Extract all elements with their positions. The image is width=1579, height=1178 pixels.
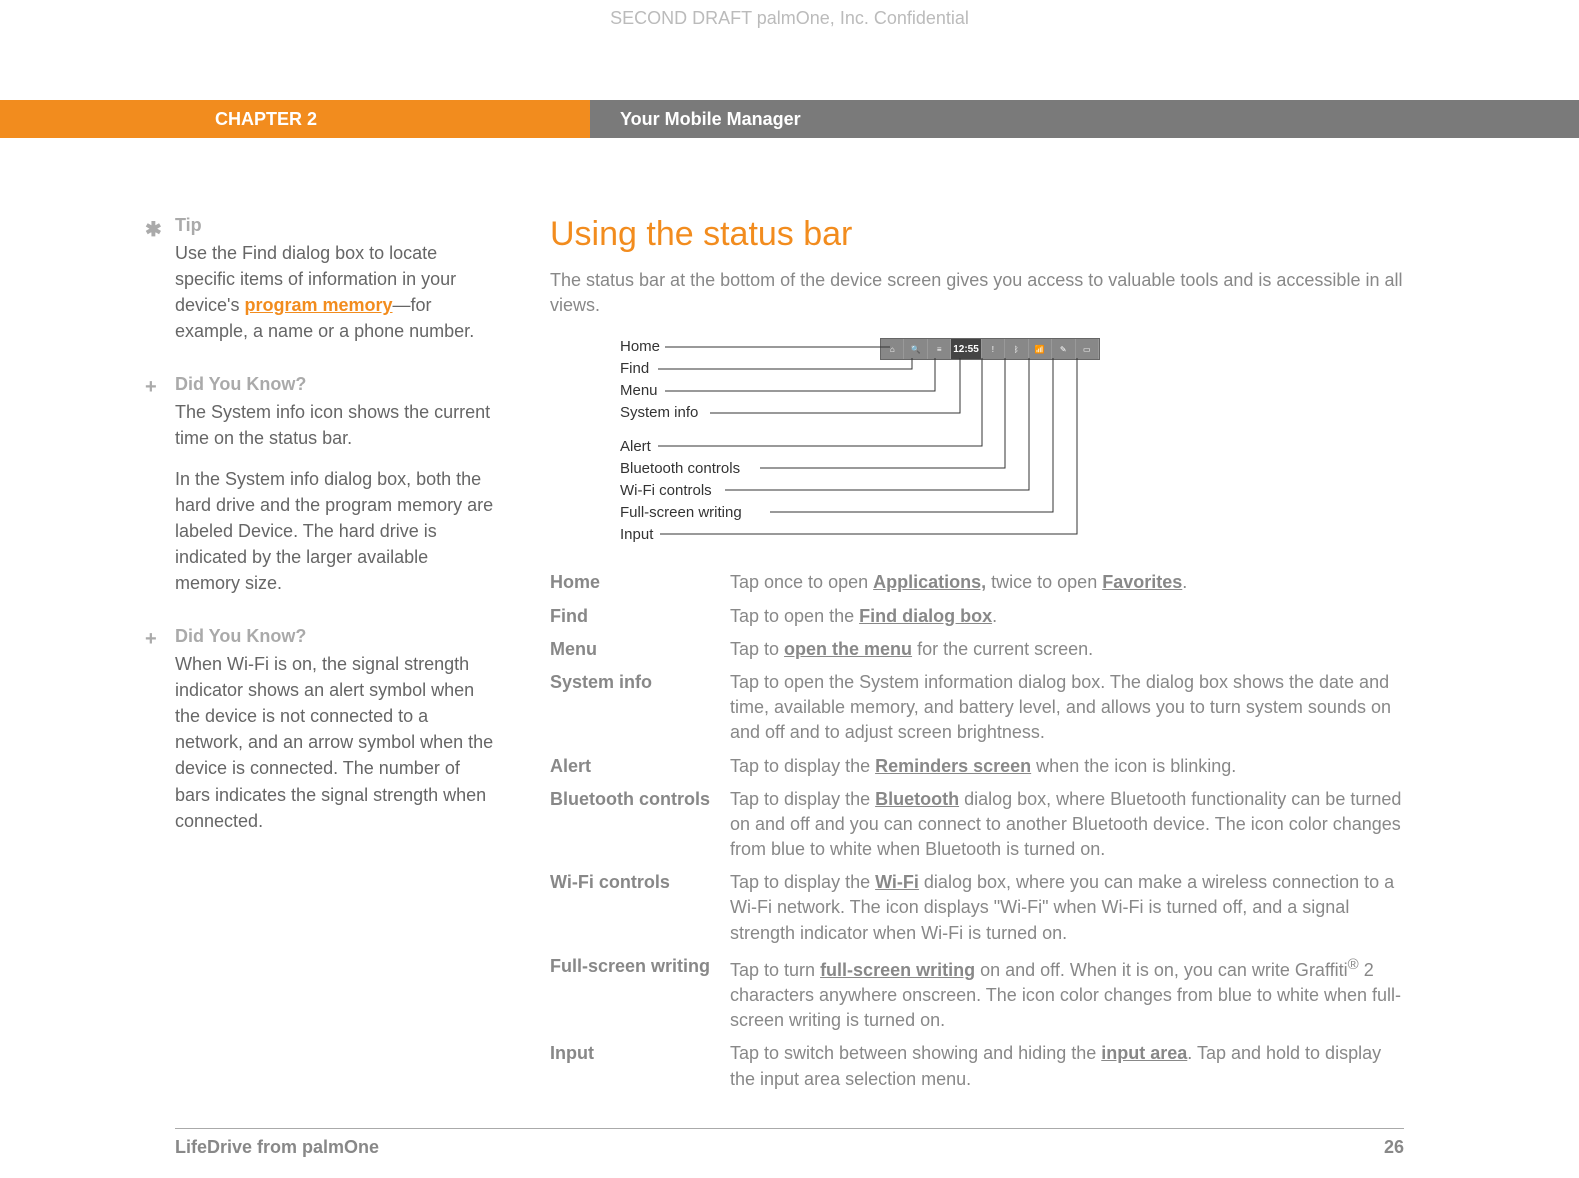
- desc-alert: Tap to display the Reminders screen when…: [730, 750, 1404, 783]
- tip-block: ✱ Tip Use the Find dialog box to locate …: [175, 215, 495, 344]
- desc-fsw-t1: Tap to turn: [730, 960, 820, 980]
- desc-menu-t1: Tap to: [730, 639, 784, 659]
- main-content: Using the status bar The status bar at t…: [550, 215, 1404, 1096]
- applications-link[interactable]: Applications,: [873, 572, 986, 592]
- term-alert: Alert: [550, 750, 730, 783]
- desc-alert-t2: when the icon is blinking.: [1031, 756, 1236, 776]
- term-input: Input: [550, 1037, 730, 1095]
- chapter-label: CHAPTER 2: [0, 100, 590, 138]
- footer-product: LifeDrive from palmOne: [175, 1137, 379, 1158]
- plus-icon: +: [145, 628, 157, 651]
- row-wifi: Wi-Fi controls Tap to display the Wi-Fi …: [550, 866, 1404, 950]
- input-area-link[interactable]: input area: [1101, 1043, 1187, 1063]
- term-home: Home: [550, 566, 730, 599]
- section-title: Using the status bar: [550, 215, 1404, 254]
- term-wifi: Wi-Fi controls: [550, 866, 730, 950]
- desc-wifi: Tap to display the Wi-Fi dialog box, whe…: [730, 866, 1404, 950]
- definitions-table: Home Tap once to open Applications, twic…: [550, 566, 1404, 1095]
- term-find: Find: [550, 600, 730, 633]
- open-menu-link[interactable]: open the menu: [784, 639, 912, 659]
- status-bar-figure: ⌂ 🔍 ≡ 12:55 ! ᛒ 📶 ✎ ▭ Home Find Menu Sys…: [550, 338, 1404, 548]
- desc-bt-t1: Tap to display the: [730, 789, 875, 809]
- content-area: ✱ Tip Use the Find dialog box to locate …: [175, 215, 1404, 1096]
- row-home: Home Tap once to open Applications, twic…: [550, 566, 1404, 599]
- dyk1-heading: Did You Know?: [175, 374, 495, 395]
- desc-home: Tap once to open Applications, twice to …: [730, 566, 1404, 599]
- sidebar: ✱ Tip Use the Find dialog box to locate …: [175, 215, 495, 1096]
- header-band: CHAPTER 2 Your Mobile Manager: [0, 100, 1579, 138]
- program-memory-link[interactable]: program memory: [244, 295, 392, 315]
- tip-text: Use the Find dialog box to locate specif…: [175, 240, 495, 344]
- wifi-link[interactable]: Wi-Fi: [875, 872, 919, 892]
- term-menu: Menu: [550, 633, 730, 666]
- desc-home-t3: .: [1182, 572, 1187, 592]
- row-sysinfo: System info Tap to open the System infor…: [550, 666, 1404, 750]
- desc-menu: Tap to open the menu for the current scr…: [730, 633, 1404, 666]
- favorites-link[interactable]: Favorites: [1102, 572, 1182, 592]
- tip-heading: Tip: [175, 215, 495, 236]
- footer: LifeDrive from palmOne 26: [175, 1128, 1404, 1158]
- dyk1-block: + Did You Know? The System info icon sho…: [175, 374, 495, 596]
- term-sysinfo: System info: [550, 666, 730, 750]
- bluetooth-link[interactable]: Bluetooth: [875, 789, 959, 809]
- row-alert: Alert Tap to display the Reminders scree…: [550, 750, 1404, 783]
- desc-input-t1: Tap to switch between showing and hiding…: [730, 1043, 1101, 1063]
- term-bluetooth: Bluetooth controls: [550, 783, 730, 867]
- row-find: Find Tap to open the Find dialog box.: [550, 600, 1404, 633]
- desc-find-t1: Tap to open the: [730, 606, 859, 626]
- dyk2-p1: When Wi-Fi is on, the signal strength in…: [175, 651, 495, 834]
- desc-bluetooth: Tap to display the Bluetooth dialog box,…: [730, 783, 1404, 867]
- desc-menu-t2: for the current screen.: [912, 639, 1093, 659]
- dyk1-p2: In the System info dialog box, both the …: [175, 466, 495, 596]
- desc-fsw: Tap to turn full-screen writing on and o…: [730, 950, 1404, 1038]
- desc-home-t2: twice to open: [986, 572, 1102, 592]
- row-bluetooth: Bluetooth controls Tap to display the Bl…: [550, 783, 1404, 867]
- dyk2-heading: Did You Know?: [175, 626, 495, 647]
- fsw-link[interactable]: full-screen writing: [820, 960, 975, 980]
- dyk2-block: + Did You Know? When Wi-Fi is on, the si…: [175, 626, 495, 834]
- desc-find-t2: .: [992, 606, 997, 626]
- desc-alert-t1: Tap to display the: [730, 756, 875, 776]
- asterisk-icon: ✱: [145, 217, 162, 242]
- term-fsw: Full-screen writing: [550, 950, 730, 1038]
- row-menu: Menu Tap to open the menu for the curren…: [550, 633, 1404, 666]
- page-number: 26: [1384, 1137, 1404, 1158]
- registered-mark: ®: [1348, 956, 1359, 973]
- find-dialog-link[interactable]: Find dialog box: [859, 606, 992, 626]
- page-section-title: Your Mobile Manager: [590, 100, 1579, 138]
- desc-sysinfo: Tap to open the System information dialo…: [730, 666, 1404, 750]
- dyk1-p1: The System info icon shows the current t…: [175, 399, 495, 451]
- desc-home-t1: Tap once to open: [730, 572, 873, 592]
- reminders-link[interactable]: Reminders screen: [875, 756, 1031, 776]
- desc-fsw-t2: on and off. When it is on, you can write…: [975, 960, 1348, 980]
- row-input: Input Tap to switch between showing and …: [550, 1037, 1404, 1095]
- plus-icon: +: [145, 376, 157, 399]
- desc-find: Tap to open the Find dialog box.: [730, 600, 1404, 633]
- intro-text: The status bar at the bottom of the devi…: [550, 268, 1404, 318]
- callout-lines: [550, 338, 1110, 548]
- watermark: SECOND DRAFT palmOne, Inc. Confidential: [0, 8, 1579, 29]
- desc-input: Tap to switch between showing and hiding…: [730, 1037, 1404, 1095]
- desc-wifi-t1: Tap to display the: [730, 872, 875, 892]
- row-fsw: Full-screen writing Tap to turn full-scr…: [550, 950, 1404, 1038]
